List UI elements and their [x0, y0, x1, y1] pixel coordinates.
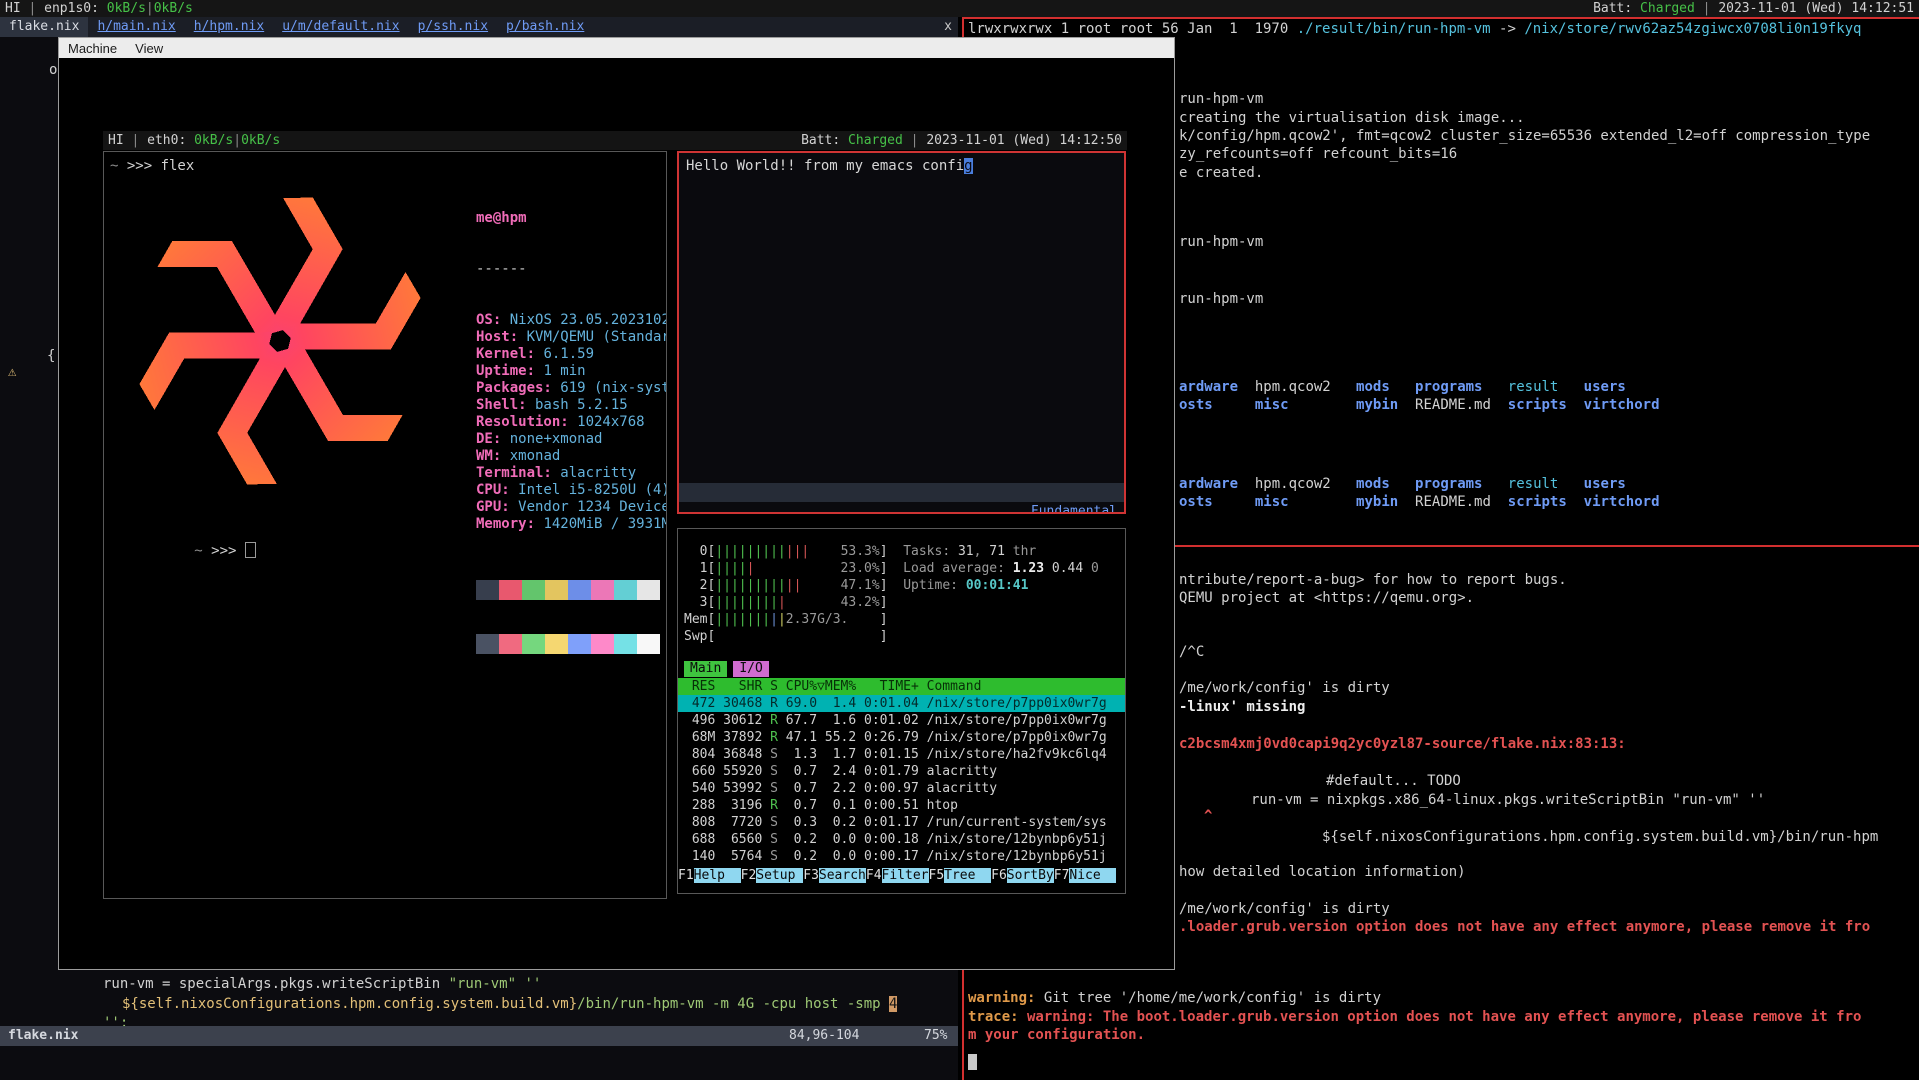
htop-table-header[interactable]: RES SHR S CPU%▽MEM% TIME+ Command: [678, 678, 1125, 695]
fkey-help[interactable]: F1Help: [678, 868, 741, 883]
menu-item-view[interactable]: View: [126, 41, 172, 56]
guest-htop-window[interactable]: 0[|||||||||||| 53.3%] Tasks: 31, 71 thr …: [677, 528, 1126, 894]
host-bar-network: HI | enp1s0: 0kB/s|0kB/s: [5, 0, 193, 17]
fkey-sortby[interactable]: F6SortBy: [991, 868, 1054, 883]
qemu-window[interactable]: MachineView HI | eth0: 0kB/s|0kB/s Batt:…: [58, 37, 1175, 970]
htop-function-bar: F1Help F2Setup F3SearchF4FilterF5Tree F6…: [678, 867, 1125, 884]
htop-tab-main[interactable]: Main: [684, 661, 727, 677]
qemu-menu-bar: MachineView: [59, 38, 1174, 58]
fkey-setup[interactable]: F2Setup: [741, 868, 804, 883]
process-row[interactable]: 660 55920 S 0.7 2.4 0:01.79 alacritty: [678, 763, 1125, 780]
neofetch-info: me@hpm ------ OS: NixOS 23.05.20231023Ho…: [476, 176, 667, 688]
host-bar-clock: Batt: Charged | 2023-11-01 (Wed) 14:12:5…: [1593, 0, 1914, 17]
process-row[interactable]: 288 3196 R 0.7 0.1 0:00.51 htop: [678, 797, 1125, 814]
process-row[interactable]: 140 5764 S 0.2 0.0 0:00.17 /nix/store/12…: [678, 848, 1125, 865]
process-row[interactable]: 808 7720 S 0.3 0.2 0:01.17 /run/current-…: [678, 814, 1125, 831]
modeline-percent: 75%: [924, 1026, 947, 1046]
fkey-search[interactable]: F3Search: [803, 868, 866, 883]
htop-process-list: 472 30468 R 69.0 1.4 0:01.04 /nix/store/…: [678, 695, 1125, 865]
shell-prompt: ~ >>> flex: [110, 158, 194, 174]
fkey-filter[interactable]: F4Filter: [866, 868, 929, 883]
modeline-position: 84,96-104: [789, 1026, 859, 1046]
nixos-logo-icon: [106, 174, 454, 508]
neofetch-separator: ------: [476, 261, 667, 278]
guest-status-bar: HI | eth0: 0kB/s|0kB/s Batt: Charged | 2…: [103, 131, 1127, 150]
fkey-nice[interactable]: F7Nice: [1054, 868, 1117, 883]
process-row[interactable]: 804 36848 S 1.3 1.7 0:01.15 /nix/store/h…: [678, 746, 1125, 763]
guest-bar-clock: Batt: Charged | 2023-11-01 (Wed) 14:12:5…: [801, 131, 1122, 150]
htop-meters: 0[|||||||||||| 53.3%] Tasks: 31, 71 thr …: [684, 543, 1099, 645]
terminal-color-palette-bright: [476, 634, 667, 654]
shell-prompt: ~ >>>: [110, 526, 256, 575]
guest-emacs-window[interactable]: Hello World!! from my emacs config Funda…: [677, 151, 1126, 514]
modeline-filename: flake.nix: [8, 1026, 78, 1046]
guest-screen[interactable]: HI | eth0: 0kB/s|0kB/s Batt: Charged | 2…: [103, 131, 1127, 899]
process-row[interactable]: 688 6560 S 0.2 0.0 0:00.18 /nix/store/12…: [678, 831, 1125, 848]
desktop: HI | enp1s0: 0kB/s|0kB/s Batt: Charged |…: [0, 0, 1919, 1080]
guest-bar-network: HI | eth0: 0kB/s|0kB/s: [108, 131, 280, 150]
fkey-tree[interactable]: F5Tree: [929, 868, 992, 883]
menu-item-machine[interactable]: Machine: [59, 41, 126, 56]
major-mode-label: Fundamental: [1031, 502, 1117, 514]
htop-screen-tabs: Main I/O: [684, 661, 775, 677]
terminal-cursor: [245, 542, 256, 558]
guest-emacs-modeline: Fundamental ● 34 *scratch* 1:33 All: [679, 483, 1124, 502]
htop-tab-i/o[interactable]: I/O: [733, 661, 768, 677]
emacs-cursor: g: [964, 158, 972, 174]
neofetch-user-host: me@hpm: [476, 210, 667, 227]
neofetch-entries: OS: NixOS 23.05.20231023Host: KVM/QEMU (…: [476, 312, 667, 533]
process-row[interactable]: 472 30468 R 69.0 1.4 0:01.04 /nix/store/…: [678, 695, 1125, 712]
host-status-bar: HI | enp1s0: 0kB/s|0kB/s Batt: Charged |…: [0, 0, 1919, 17]
emacs-modeline: flake.nix 84,96-104 75%: [0, 1026, 958, 1046]
process-row[interactable]: 68M 37892 R 47.1 55.2 0:26.79 /nix/store…: [678, 729, 1125, 746]
process-row[interactable]: 540 53992 S 0.7 2.2 0:00.97 alacritty: [678, 780, 1125, 797]
terminal-color-palette: [476, 580, 667, 600]
emacs-buffer-text[interactable]: Hello World!! from my emacs config: [686, 158, 973, 174]
guest-terminal-window[interactable]: ~ >>> flex: [103, 151, 667, 899]
process-row[interactable]: 496 30612 R 67.7 1.6 0:01.02 /nix/store/…: [678, 712, 1125, 729]
